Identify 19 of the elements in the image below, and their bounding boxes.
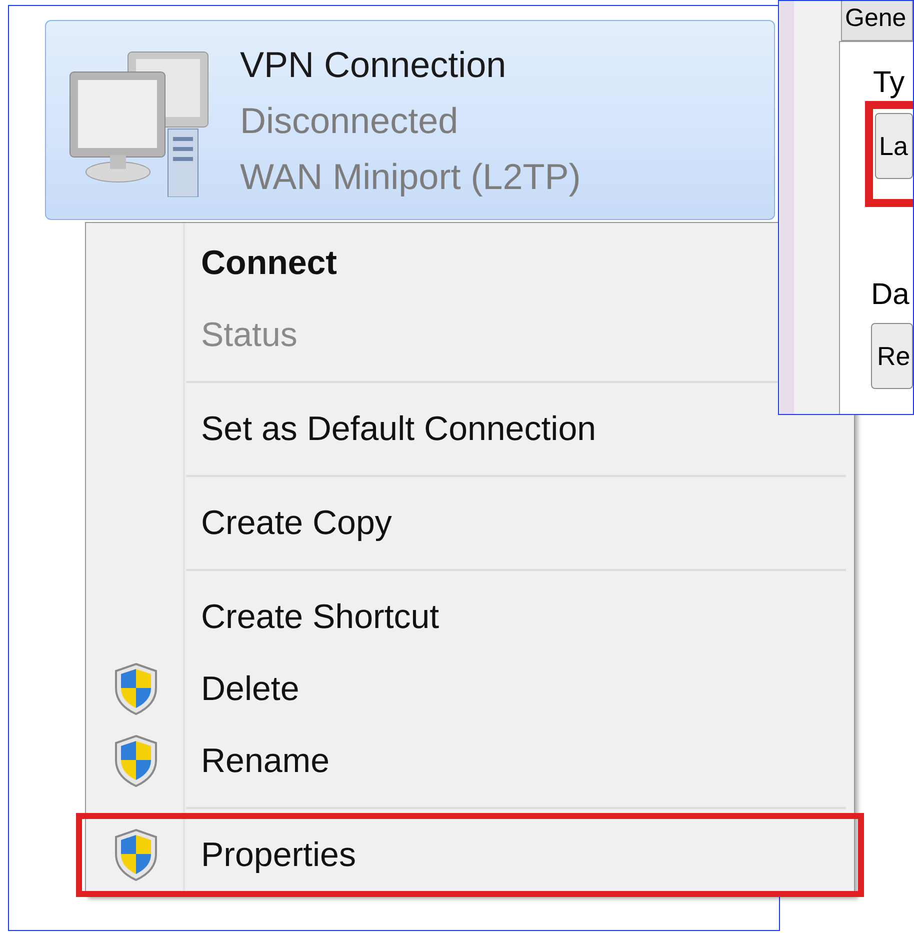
menu-item[interactable]: Properties [82, 819, 858, 891]
scroll-bar[interactable] [780, 1, 794, 414]
connection-tile[interactable]: VPN Connection Disconnected WAN Miniport (L2TP) [45, 20, 775, 220]
connection-name: VPN Connection [240, 43, 508, 87]
connection-status: Disconnected [240, 99, 460, 143]
type-label: Ty [873, 65, 905, 101]
tab[interactable]: Gene [841, 1, 913, 41]
data-label: Da [871, 277, 910, 313]
shield-icon [113, 734, 159, 788]
shield-icon [113, 828, 159, 882]
data-button[interactable]: Re [871, 323, 913, 389]
menu-item[interactable]: Create Copy [86, 487, 854, 559]
menu-item[interactable]: Create Shortcut [86, 581, 854, 653]
type-button[interactable]: La [875, 113, 913, 179]
menu-item[interactable]: Delete [86, 653, 854, 725]
menu-item[interactable]: Rename [86, 725, 854, 797]
menu-item[interactable]: Set as Default Connection [86, 393, 854, 465]
shield-icon [113, 662, 159, 716]
connection-device: WAN Miniport (L2TP) [240, 155, 581, 199]
